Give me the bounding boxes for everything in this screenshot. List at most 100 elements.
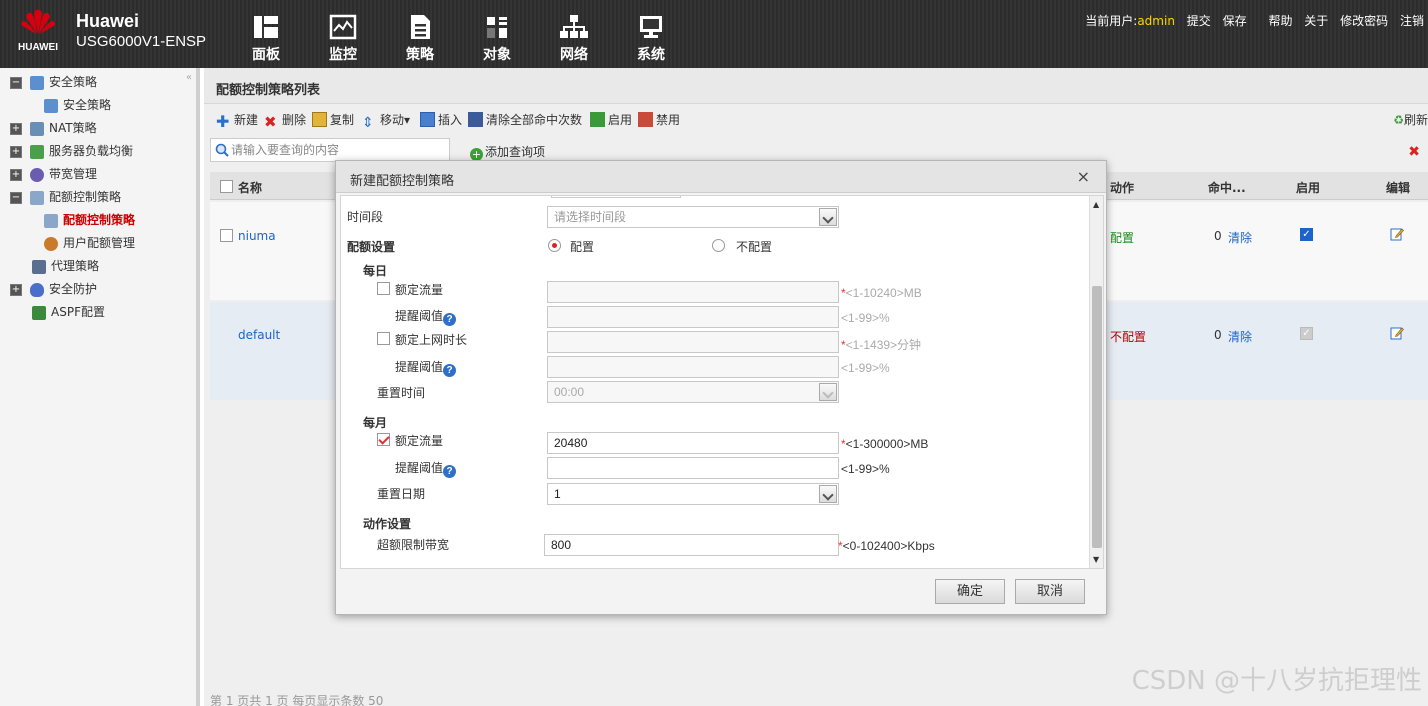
scroll-down-icon[interactable]: ▼	[1093, 555, 1099, 564]
monthly-quota-input[interactable]: 20480	[547, 432, 839, 454]
sidebar-item-security-policy-sub[interactable]: 安全策略	[44, 95, 111, 115]
about-link[interactable]: 关于	[1304, 14, 1328, 28]
row-enabled-checkbox[interactable]: ✓	[1300, 227, 1313, 241]
close-icon[interactable]: ×	[1077, 167, 1090, 186]
row-clear-link[interactable]: 清除	[1228, 229, 1252, 246]
column-action[interactable]: 动作	[1110, 179, 1134, 196]
policy-icon	[411, 15, 430, 39]
move-button[interactable]: ⇕ 移动▾	[362, 111, 410, 131]
edit-icon[interactable]	[1390, 227, 1404, 244]
scrollbar-thumb[interactable]	[1092, 286, 1102, 548]
daily-online-checkbox[interactable]	[377, 332, 390, 345]
logout-link[interactable]: 注销	[1400, 14, 1424, 28]
monthly-alert-input[interactable]	[547, 457, 839, 479]
sidebar-item-quota-policy[interactable]: 配额控制策略	[44, 210, 135, 230]
row-name[interactable]: niuma	[238, 229, 276, 243]
dialog-scrollbar[interactable]: ▲ ▼	[1089, 196, 1103, 568]
disable-button[interactable]: 禁用	[638, 111, 680, 129]
copy-icon	[312, 112, 327, 127]
enable-button[interactable]: 启用	[590, 111, 632, 129]
new-button[interactable]: ✚ 新建	[216, 111, 258, 130]
chevron-down-icon[interactable]	[819, 485, 837, 503]
nav-policy[interactable]: 策略	[390, 14, 450, 64]
monthly-quota-checkbox[interactable]	[377, 433, 390, 446]
row-name[interactable]: default	[238, 328, 280, 342]
daily-alert-input[interactable]	[547, 306, 839, 328]
sidebar-item-aspf[interactable]: ASPF配置	[32, 302, 105, 322]
reset-date-select[interactable]: 1	[547, 483, 839, 505]
scroll-up-icon[interactable]: ▲	[1093, 200, 1099, 209]
row-clear-link[interactable]: 清除	[1228, 328, 1252, 345]
ok-button[interactable]: 确定	[935, 579, 1005, 604]
row-checkbox[interactable]	[220, 228, 233, 242]
clear-hits-button[interactable]: 清除全部命中次数	[468, 111, 582, 129]
policy-doc-icon	[44, 98, 58, 113]
time-range-select[interactable]: 请选择时间段	[547, 206, 839, 228]
help-icon[interactable]: ?	[443, 364, 457, 377]
nav-system[interactable]: 系统	[621, 14, 681, 64]
monthly-alert-label: 提醒阈值?	[395, 459, 457, 478]
sidebar-item-server-lb[interactable]: + 服务器负载均衡	[10, 141, 133, 161]
overquota-bw-input[interactable]: 800	[544, 534, 839, 556]
toolbar: ✚ 新建 ✖ 删除 复制 ⇕ 移动▾ 插入 清除全部命中次数 启用 禁用 ♻刷新	[204, 108, 1428, 132]
daily-quota-checkbox[interactable]	[377, 282, 390, 295]
expand-icon[interactable]: +	[10, 283, 22, 296]
radio-no-config[interactable]	[712, 239, 725, 252]
nav-object[interactable]: 对象	[467, 14, 527, 64]
sidebar-item-quota-control[interactable]: − 配额控制策略	[10, 187, 121, 207]
column-hits[interactable]: 命中...	[1208, 179, 1246, 196]
cancel-button[interactable]: 取消	[1015, 579, 1085, 604]
nav-monitor[interactable]: 监控	[313, 14, 373, 64]
collapse-icon[interactable]: −	[10, 191, 22, 204]
new-quota-policy-dialog: 新建配额控制策略 × 时间段 请选择时间段 配额设置 配置 不配置 每日 额定流…	[335, 160, 1107, 615]
device-model: USG6000V1-ENSP	[76, 33, 207, 50]
edit-icon[interactable]	[1390, 326, 1404, 343]
copy-button[interactable]: 复制	[312, 111, 354, 129]
collapse-icon[interactable]: −	[10, 76, 22, 89]
network-icon	[560, 15, 588, 38]
select-all-checkbox[interactable]	[220, 179, 233, 193]
clear-search-icon[interactable]: ✖	[1408, 144, 1420, 160]
column-name[interactable]: 名称	[238, 179, 262, 196]
column-edit[interactable]: 编辑	[1386, 179, 1410, 196]
sidebar-item-security-policy[interactable]: − 安全策略	[10, 72, 97, 92]
chevron-down-icon[interactable]	[819, 383, 837, 401]
nav-label: 策略	[406, 47, 434, 63]
add-query-button[interactable]: + 添加查询项	[470, 143, 545, 161]
insert-button[interactable]: 插入	[420, 111, 462, 129]
reset-time-select[interactable]: 00:00	[547, 381, 839, 403]
radio-config[interactable]	[548, 239, 561, 252]
dialog-header: 新建配额控制策略 ×	[336, 161, 1106, 193]
expand-icon[interactable]: +	[10, 145, 22, 158]
help-link[interactable]: 帮助	[1268, 14, 1292, 28]
change-password-link[interactable]: 修改密码	[1340, 14, 1388, 28]
sidebar-item-bandwidth[interactable]: + 带宽管理	[10, 164, 97, 184]
delete-button[interactable]: ✖ 删除	[264, 111, 306, 130]
daily-quota-hint: *<1-10240>MB	[841, 286, 922, 300]
daily-quota-input[interactable]	[547, 281, 839, 303]
expand-icon[interactable]: +	[10, 122, 22, 135]
search-input[interactable]: 请输入要查询的内容	[210, 138, 450, 162]
nav-label: 面板	[252, 47, 280, 63]
daily-alert-label: 提醒阈值?	[395, 307, 457, 326]
page-title: 配额控制策略列表	[216, 83, 321, 98]
row-enabled-checkbox: ✓	[1300, 326, 1313, 340]
daily-online-input[interactable]	[547, 331, 839, 353]
column-enabled[interactable]: 启用	[1296, 179, 1320, 196]
nav-network[interactable]: 网络	[544, 14, 604, 64]
sidebar-item-nat-policy[interactable]: + NAT策略	[10, 118, 97, 138]
nav-dashboard[interactable]: 面板	[236, 14, 296, 64]
submit-link[interactable]: 提交	[1187, 14, 1211, 28]
refresh-button[interactable]: ♻刷新	[1393, 111, 1428, 128]
sidebar-item-proxy-policy[interactable]: 代理策略	[32, 256, 99, 276]
expand-icon[interactable]: +	[10, 168, 22, 181]
chevron-down-icon[interactable]	[819, 208, 837, 226]
save-link[interactable]: 保存	[1223, 14, 1247, 28]
daily-online-alert-input[interactable]	[547, 356, 839, 378]
help-icon[interactable]: ?	[443, 465, 457, 478]
collapse-sidebar-icon[interactable]: «	[186, 72, 192, 83]
pager[interactable]: 第 1 页共 1 页 每页显示条数 50	[210, 692, 810, 706]
help-icon[interactable]: ?	[443, 313, 457, 326]
sidebar-item-user-quota[interactable]: 用户配额管理	[44, 233, 135, 253]
sidebar-item-security-protection[interactable]: + 安全防护	[10, 279, 97, 299]
